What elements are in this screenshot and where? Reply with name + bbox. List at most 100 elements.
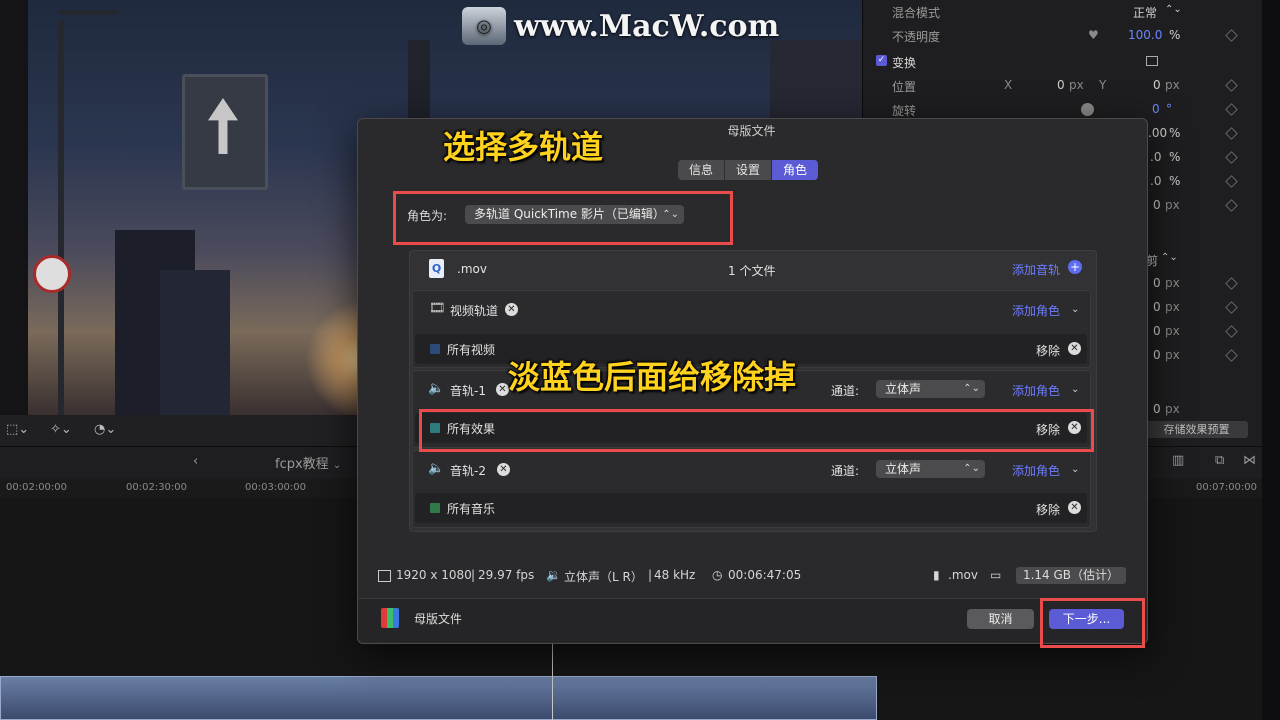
display-icon: ▭ <box>990 568 1002 582</box>
magic-wand-icon[interactable]: ✧⌄ <box>50 422 72 437</box>
opacity-row: 不透明度 ♥ 100.0 % <box>870 24 1260 48</box>
project-title-text: fcpx教程 <box>275 457 329 472</box>
remove-label[interactable]: 移除 <box>1036 342 1060 359</box>
snapping-icon[interactable]: ⋈ <box>1243 453 1256 468</box>
crop-bottom-unit: px <box>1165 348 1180 362</box>
checkbox-checked-icon[interactable]: ✓ <box>876 55 887 66</box>
highlight-role-select <box>393 191 733 245</box>
channel-select-value: 立体声 <box>885 462 922 476</box>
scale-y-value[interactable]: .0 <box>1150 174 1161 188</box>
rotation-value[interactable]: 0 <box>1152 102 1160 116</box>
remove-label[interactable]: 移除 <box>1036 501 1060 518</box>
crop-left-unit: px <box>1165 276 1180 290</box>
channel-select[interactable]: 立体声 ⌃⌄ <box>876 380 985 398</box>
position-x-value[interactable]: 0 <box>1057 78 1065 92</box>
keyframe-diamond-icon[interactable] <box>1225 301 1238 314</box>
remove-icon[interactable]: ✕ <box>1068 501 1081 514</box>
keyframe-diamond-icon[interactable] <box>1225 277 1238 290</box>
crop-top-unit: px <box>1165 324 1180 338</box>
cancel-button[interactable]: 取消 <box>967 609 1034 629</box>
save-effects-preset-button[interactable]: 存储效果预置 <box>1145 421 1248 438</box>
role-name: 所有视频 <box>447 343 496 357</box>
video-clip[interactable] <box>0 676 877 720</box>
channel-select-value: 立体声 <box>885 382 922 396</box>
opacity-label: 不透明度 <box>892 30 941 44</box>
tab-roles[interactable]: 角色 <box>772 160 819 180</box>
remove-icon[interactable]: ✕ <box>1068 342 1081 355</box>
keyframe-diamond-icon[interactable] <box>1225 127 1238 140</box>
back-chevron-icon[interactable]: ‹ <box>193 454 198 469</box>
audio-track-2-label: 音轨-2 <box>450 464 486 478</box>
scale-x-value[interactable]: .0 <box>1150 150 1161 164</box>
fps-text: 29.97 fps <box>478 568 535 582</box>
crop-left-value[interactable]: 0 <box>1153 276 1161 290</box>
crop-tool-icon[interactable]: ⬚⌄ <box>6 422 29 437</box>
updown-icon: ⌃⌄ <box>1161 252 1178 263</box>
position-x-label: X <box>1004 78 1013 92</box>
keyframe-diamond-icon[interactable] <box>1225 151 1238 164</box>
keyframe-diamond-icon[interactable] <box>1225 199 1238 212</box>
opacity-value[interactable]: 100.0 <box>1128 28 1162 42</box>
tab-info[interactable]: 信息 <box>678 160 726 180</box>
audio-track-1-label: 音轨-1 <box>450 384 486 398</box>
skimming-icon[interactable]: ⧉ <box>1215 453 1224 468</box>
chevron-down-icon: ⌄ <box>332 460 342 471</box>
keyframe-diamond-icon[interactable] <box>1225 103 1238 116</box>
ruler-tick: 00:07:00:00 <box>1196 482 1258 493</box>
channel-label: 通道: <box>831 384 860 398</box>
rotation-unit: ° <box>1166 102 1172 116</box>
anchor-value[interactable]: 0 <box>1153 198 1161 212</box>
anchor-unit: px <box>1165 198 1180 212</box>
dialog-tabs: 信息 设置 角色 <box>678 160 819 180</box>
plus-circle-icon[interactable]: + <box>1068 260 1082 274</box>
heart-icon: ♥ <box>1088 28 1099 42</box>
keyframe-diamond-icon[interactable] <box>1225 349 1238 362</box>
remove-track-icon[interactable]: ✕ <box>505 303 518 316</box>
transform-overlay-icon[interactable] <box>1146 56 1158 66</box>
channel-select[interactable]: 立体声 ⌃⌄ <box>876 460 985 478</box>
keyframe-diamond-icon[interactable] <box>1225 175 1238 188</box>
speed-gauge-icon[interactable]: ◔⌄ <box>94 422 116 437</box>
add-role-link[interactable]: 添加角色 <box>1012 302 1060 319</box>
scale-value[interactable]: .00 <box>1148 126 1167 140</box>
blend-mode-label: 混合模式 <box>892 6 941 20</box>
crop-top-value[interactable]: 0 <box>1153 324 1161 338</box>
watermark-text: www.MacW.com <box>514 8 780 44</box>
chevron-down-icon[interactable]: ⌄ <box>1071 304 1079 315</box>
keyframe-diamond-icon[interactable] <box>1225 325 1238 338</box>
highlight-next-button <box>1040 598 1145 648</box>
add-audio-track-link[interactable]: 添加音轨 <box>1012 261 1060 278</box>
crop-right-value[interactable]: 0 <box>1153 300 1161 314</box>
clip-appearance-icon[interactable]: ▥ <box>1172 453 1184 468</box>
keyframe-diamond-icon[interactable] <box>1225 79 1238 92</box>
building <box>160 270 230 415</box>
add-role-link[interactable]: 添加角色 <box>1012 382 1060 399</box>
speaker-icon: 🔈 <box>428 461 445 476</box>
add-role-link[interactable]: 添加角色 <box>1012 462 1060 479</box>
rotation-dial-icon[interactable] <box>1081 103 1094 116</box>
ruler-tick: 00:03:00:00 <box>245 482 307 493</box>
file-icon: ▮ <box>933 568 940 582</box>
distort-unit: px <box>1165 402 1180 416</box>
position-y-value[interactable]: 0 <box>1153 78 1161 92</box>
tab-settings[interactable]: 设置 <box>725 160 773 180</box>
clock-icon: ◷ <box>712 568 723 582</box>
frame-size-icon <box>378 570 391 582</box>
remove-track-icon[interactable]: ✕ <box>497 463 510 476</box>
street-pole <box>58 20 64 415</box>
crop-bottom-value[interactable]: 0 <box>1153 348 1161 362</box>
chevron-down-icon[interactable]: ⌄ <box>1071 384 1079 395</box>
project-title[interactable]: fcpx教程 ⌄ <box>275 453 341 472</box>
blend-mode-value[interactable]: 正常 <box>1133 4 1157 21</box>
channel-label: 通道: <box>831 464 860 478</box>
annotation-caption-mid: 淡蓝色后面给移除掉 <box>508 358 797 396</box>
distort-value[interactable]: 0 <box>1153 402 1161 416</box>
file-count: 1 个文件 <box>728 264 776 278</box>
chevron-down-icon[interactable]: ⌄ <box>1071 464 1079 475</box>
role-name: 所有音乐 <box>447 502 496 516</box>
role-row-all-music <box>415 493 1087 523</box>
separator: | <box>471 568 476 582</box>
audio-format-text: 立体声（L R） <box>564 570 643 584</box>
highlight-effects-row <box>419 409 1094 452</box>
keyframe-diamond-icon[interactable] <box>1225 29 1238 42</box>
